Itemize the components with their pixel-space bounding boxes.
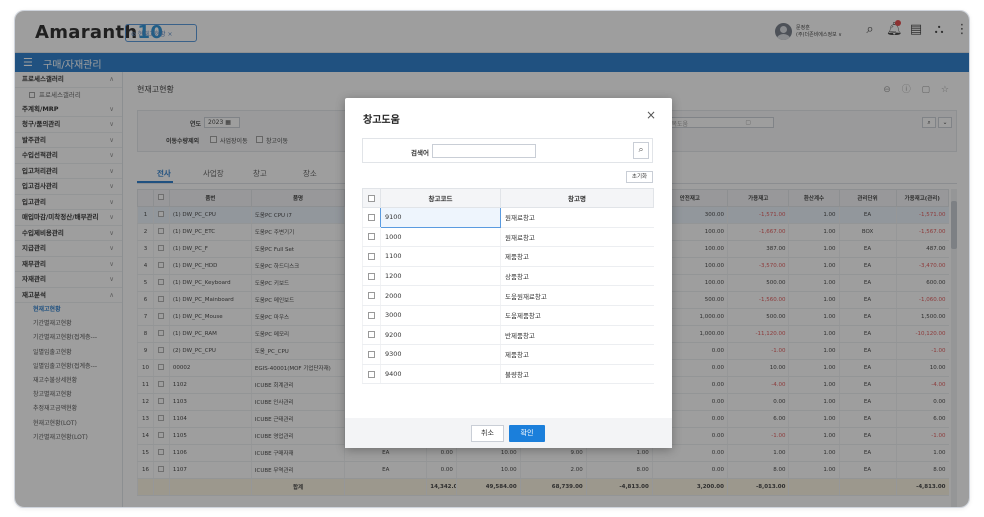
warehouse-name[interactable]: 반제품창고 <box>500 325 654 346</box>
row-checkbox[interactable] <box>368 350 375 358</box>
warehouse-row[interactable]: 1200 상품창고 <box>362 266 654 287</box>
warehouse-code[interactable]: 9400 <box>380 364 501 385</box>
row-select-cell <box>362 344 381 365</box>
warehouse-name[interactable]: 상품창고 <box>500 266 654 287</box>
row-checkbox[interactable] <box>368 233 375 241</box>
row-checkbox[interactable] <box>368 370 375 378</box>
warehouse-code-header[interactable]: 창고코드 <box>380 188 501 208</box>
warehouse-name-header[interactable]: 창고명 <box>500 188 654 208</box>
warehouse-name[interactable]: 도움원재료창고 <box>500 285 654 306</box>
warehouse-row[interactable]: 2000 도움원재료창고 <box>362 285 654 306</box>
row-checkbox[interactable] <box>368 252 375 260</box>
row-select-cell <box>362 285 381 306</box>
warehouse-code[interactable]: 1000 <box>380 227 501 248</box>
warehouse-code[interactable]: 2000 <box>380 285 501 306</box>
warehouse-name[interactable]: 도움제품창고 <box>500 305 654 326</box>
row-checkbox[interactable] <box>368 213 375 221</box>
search-keyword-input[interactable] <box>432 144 536 158</box>
app-window: Amaranth10 ⊘ 현재고현황 × 문정훈 (주)더존비에스정보 ∨ ⌕ … <box>14 10 970 508</box>
cancel-button[interactable]: 취소 <box>471 425 504 442</box>
warehouse-row[interactable]: 9100 원재료창고 <box>362 207 654 228</box>
warehouse-name[interactable]: 제품창고 <box>500 344 654 365</box>
row-checkbox[interactable] <box>368 331 375 339</box>
row-checkbox[interactable] <box>368 272 375 280</box>
warehouse-code[interactable]: 1200 <box>380 266 501 287</box>
search-keyword-label: 검색어 <box>411 149 429 157</box>
row-select-cell <box>362 305 381 326</box>
dialog-search-bar: 검색어 ⌕ <box>362 138 653 163</box>
reset-button[interactable]: 초기화 <box>626 171 653 183</box>
row-select-cell <box>362 364 381 385</box>
select-all-header <box>362 188 381 208</box>
warehouse-row[interactable]: 9400 불량창고 <box>362 364 654 385</box>
warehouse-name[interactable]: 제품창고 <box>500 246 654 267</box>
warehouse-row[interactable]: 9300 제품창고 <box>362 344 654 365</box>
warehouse-row[interactable]: 1100 제품창고 <box>362 246 654 267</box>
warehouse-code[interactable]: 9200 <box>380 325 501 346</box>
warehouse-code[interactable]: 9100 <box>380 207 501 228</box>
select-all-checkbox[interactable] <box>368 194 375 202</box>
warehouse-row[interactable]: 3000 도움제품창고 <box>362 305 654 326</box>
warehouse-row[interactable]: 9200 반제품창고 <box>362 325 654 346</box>
row-checkbox[interactable] <box>368 292 375 300</box>
warehouse-code[interactable]: 1100 <box>380 246 501 267</box>
warehouse-row[interactable]: 1000 원재료창고 <box>362 227 654 248</box>
close-icon[interactable]: × <box>646 108 656 122</box>
row-select-cell <box>362 325 381 346</box>
warehouse-name[interactable]: 불량창고 <box>500 364 654 385</box>
dialog-footer: 취소 확인 <box>345 418 672 448</box>
search-icon: ⌕ <box>638 145 644 155</box>
warehouse-name[interactable]: 원재료창고 <box>500 207 654 228</box>
dialog-title: 창고도움 <box>363 115 400 126</box>
warehouse-code[interactable]: 3000 <box>380 305 501 326</box>
dialog-search-button[interactable]: ⌕ <box>633 142 649 159</box>
row-select-cell <box>362 266 381 287</box>
warehouse-code[interactable]: 9300 <box>380 344 501 365</box>
confirm-button[interactable]: 확인 <box>509 425 545 442</box>
warehouse-help-dialog: 창고도움 × 검색어 ⌕ 초기화 창고코드 창고명 9100 원재료창고 1000 원… <box>345 98 672 448</box>
warehouse-name[interactable]: 원재료창고 <box>500 227 654 248</box>
row-select-cell <box>362 246 381 267</box>
row-select-cell <box>362 227 381 248</box>
row-checkbox[interactable] <box>368 311 375 319</box>
warehouse-table: 창고코드 창고명 9100 원재료창고 1000 원재료창고 1100 제품창고 1200 상… <box>362 188 654 385</box>
row-select-cell <box>362 207 381 228</box>
